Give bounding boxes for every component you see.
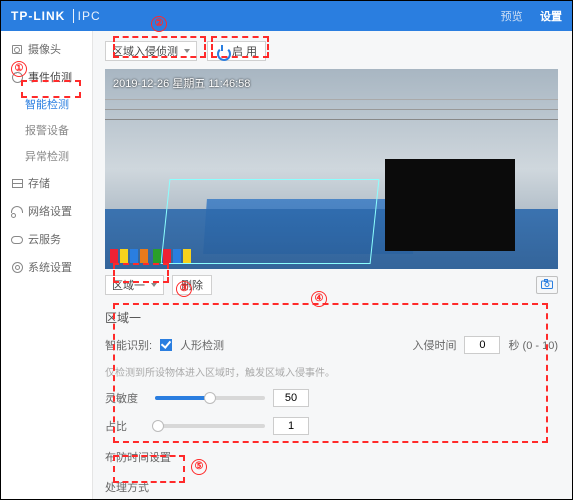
hint-text: 仅检测到所设物体进入区域时，触发区域入侵事件。	[105, 364, 335, 379]
dropdown-label: 区域一	[112, 277, 145, 293]
sidebar-label: 云服务	[28, 231, 61, 247]
top-nav: 预览 设置	[487, 8, 562, 24]
smart-label: 智能识别:	[105, 337, 152, 353]
sidebar-item-storage[interactable]: 存储	[1, 169, 92, 197]
delete-region-button[interactable]: 删除	[172, 275, 212, 295]
cloud-icon	[11, 233, 23, 245]
schedule-section-toggle[interactable]: 布防时间设置	[105, 449, 558, 465]
sidebar-label: 存储	[28, 175, 50, 191]
ratio-label: 占比	[105, 418, 147, 434]
section-label: 布防时间设置	[105, 449, 171, 465]
sidebar-item-network[interactable]: 网络设置	[1, 197, 92, 225]
sidebar-label: 系统设置	[28, 259, 72, 275]
human-label: 人形检测	[180, 337, 224, 353]
intrude-time-label: 入侵时间	[412, 337, 456, 353]
sidebar-item-camera[interactable]: 摄像头	[1, 35, 92, 63]
sidebar-item-events[interactable]: 事件侦测	[1, 63, 92, 91]
detection-mode-dropdown[interactable]: 区域入侵侦测	[105, 41, 197, 61]
dropdown-label: 区域入侵侦测	[112, 43, 178, 59]
power-icon	[216, 45, 228, 57]
camera-icon	[541, 279, 553, 292]
intrude-time-input[interactable]	[464, 336, 500, 354]
intrude-unit: 秒 (0 - 10)	[508, 337, 558, 353]
gear-icon	[11, 261, 23, 273]
region-select-dropdown[interactable]: 区域一	[105, 275, 164, 295]
region-settings-panel: 区域一 智能识别: 人形检测 入侵时间 秒 (0 - 10) 仅检测到所设物体进…	[105, 309, 558, 499]
panel-title: 区域一	[105, 309, 558, 326]
sensitivity-slider[interactable]	[155, 396, 265, 400]
wifi-icon	[11, 205, 23, 217]
camera-icon	[11, 43, 23, 55]
video-preview[interactable]: 2019-12-26 星期五 11:46:58	[105, 69, 558, 269]
brand-sub: IPC	[73, 9, 101, 23]
sidebar-label: 事件侦测	[28, 69, 72, 85]
main-panel: 区域入侵侦测 启 用 2019-12-26 星期五	[93, 31, 572, 499]
enable-toggle[interactable]: 启 用	[207, 41, 266, 61]
timestamp-overlay: 2019-12-26 星期五 11:46:58	[113, 75, 250, 91]
button-label: 删除	[181, 277, 203, 293]
app-header: TP-LINK IPC 预览 设置	[1, 1, 572, 31]
ratio-slider[interactable]	[155, 424, 265, 428]
snapshot-button[interactable]	[536, 276, 558, 294]
sidebar-item-cloud[interactable]: 云服务	[1, 225, 92, 253]
nav-settings[interactable]: 设置	[540, 11, 562, 23]
sidebar-sub-smart[interactable]: 智能检测	[1, 91, 92, 117]
event-icon	[11, 71, 23, 83]
brand-logo: TP-LINK IPC	[11, 9, 101, 23]
sidebar-sub-alarm[interactable]: 报警设备	[1, 117, 92, 143]
enable-label: 启 用	[232, 43, 257, 59]
sidebar-sub-exception[interactable]: 异常检测	[1, 143, 92, 169]
sensitivity-label: 灵敏度	[105, 390, 147, 406]
nav-preview[interactable]: 预览	[501, 11, 523, 23]
sidebar-label: 摄像头	[28, 41, 61, 57]
section-label: 处理方式	[105, 479, 149, 495]
handle-section-toggle[interactable]: 处理方式	[105, 479, 558, 495]
human-detect-checkbox[interactable]	[160, 339, 172, 351]
brand-text: TP-LINK	[11, 9, 65, 23]
top-toolbar: 区域入侵侦测 启 用	[105, 41, 558, 61]
sidebar-label: 网络设置	[28, 203, 72, 219]
sidebar-item-system[interactable]: 系统设置	[1, 253, 92, 281]
sidebar: 摄像头 事件侦测 智能检测 报警设备 异常检测 存储 网络设置 云服务	[1, 31, 93, 499]
storage-icon	[11, 177, 23, 189]
region-toolbar: 区域一 删除	[105, 275, 558, 295]
sensitivity-input[interactable]	[273, 389, 309, 407]
chevron-down-icon	[184, 49, 190, 53]
ratio-input[interactable]	[273, 417, 309, 435]
chevron-down-icon	[151, 283, 157, 287]
